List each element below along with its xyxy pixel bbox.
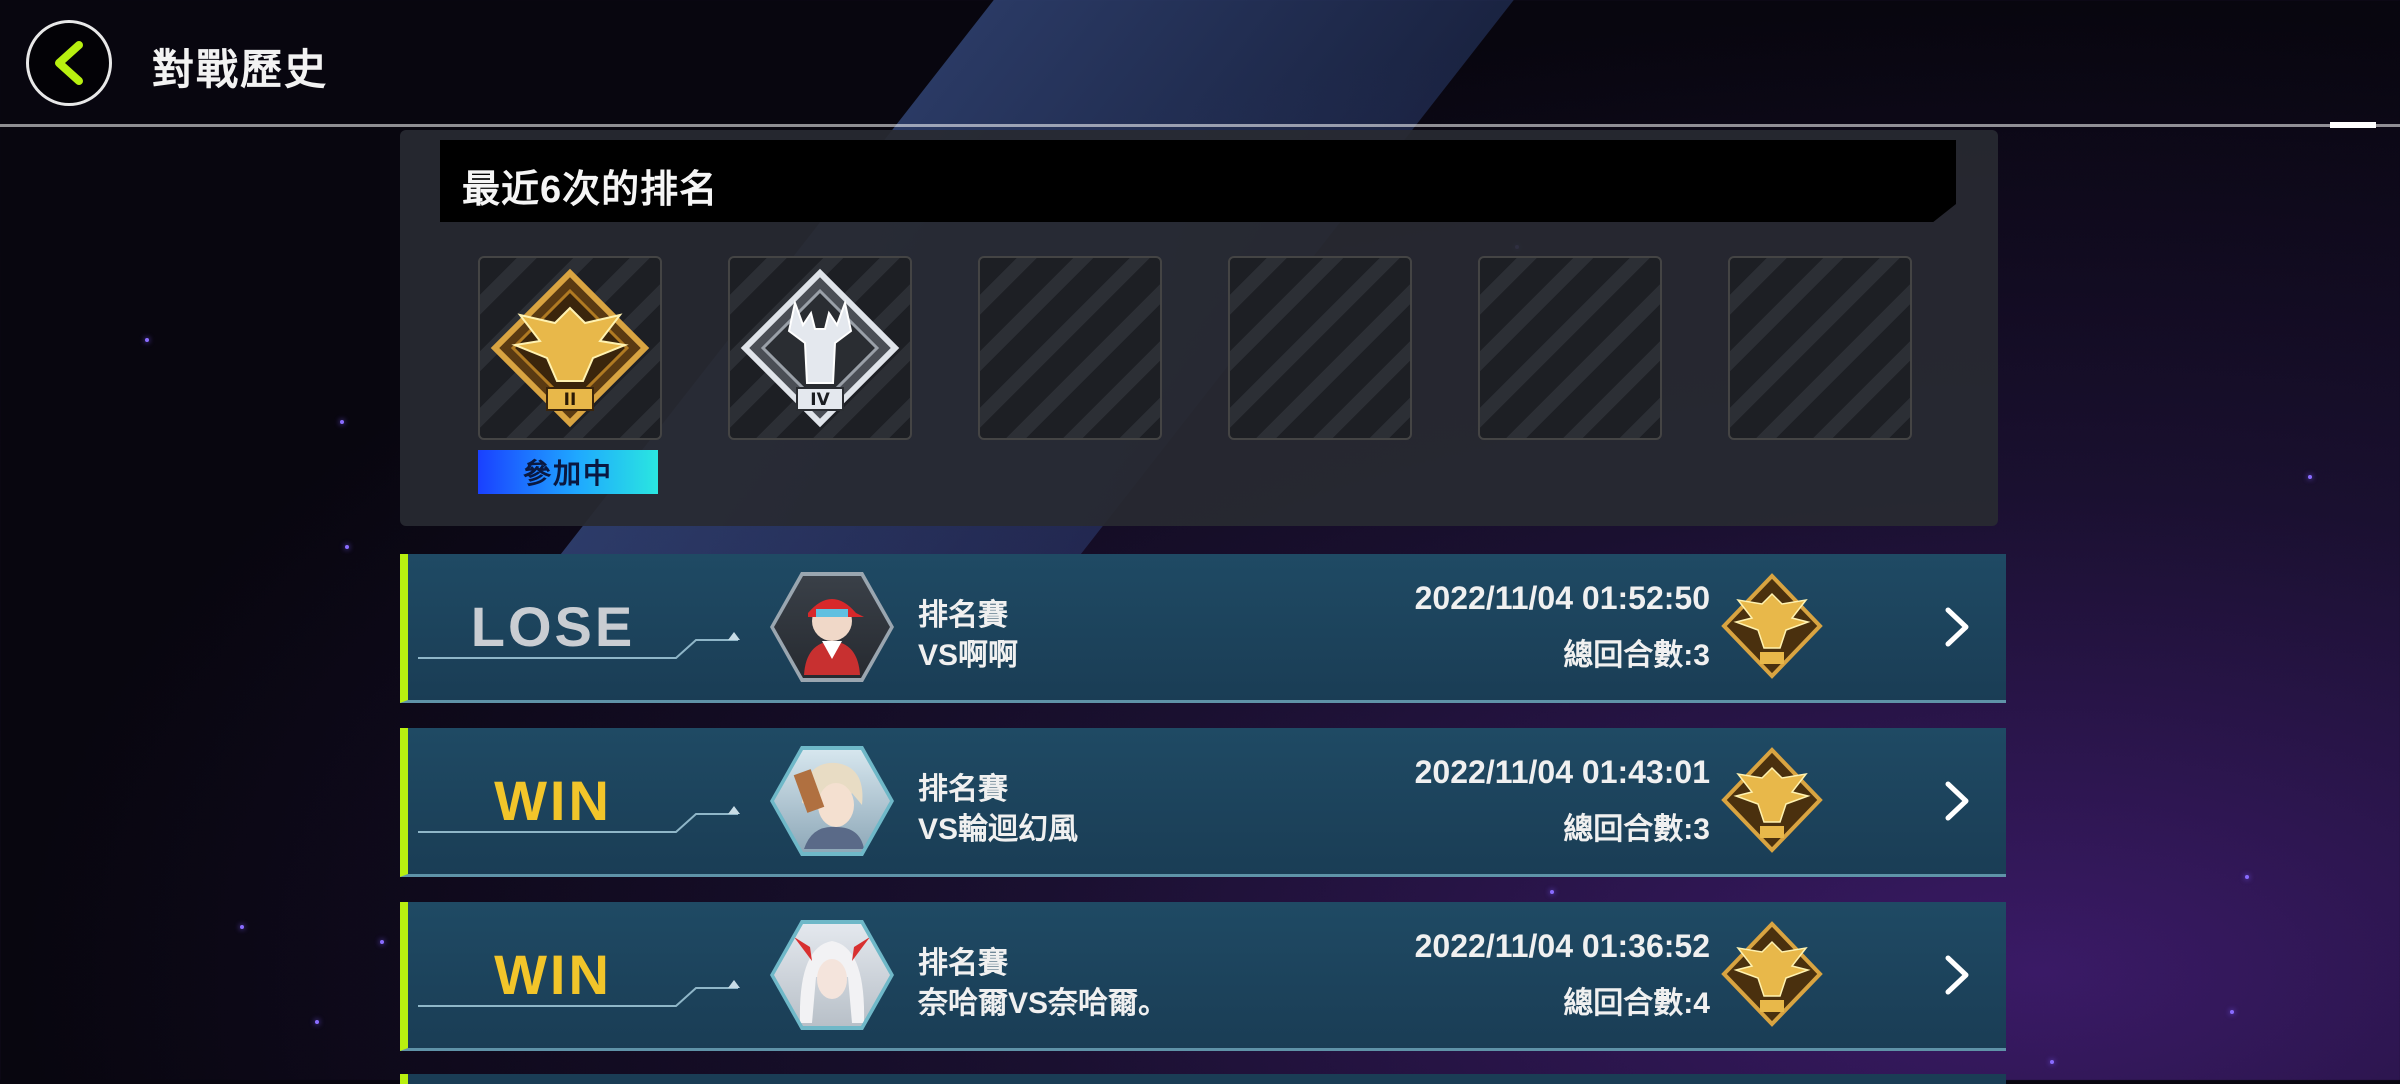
opponent-avatar (770, 572, 894, 682)
match-turns: 總回合數:3 (1563, 813, 1710, 846)
match-row[interactable]: WIN 排名賽 奈哈爾VS奈哈爾。 2022/11/04 01:36:52 總回… (400, 902, 2006, 1051)
match-type: 排名賽 (918, 947, 1008, 980)
gold-eagle-rank-icon (1721, 921, 1823, 1027)
white-hair-duelist-avatar (794, 937, 870, 1023)
rank-slot-5 (1478, 256, 1662, 440)
recent-rank-panel: 最近6次的排名 II IV 參加中 (400, 130, 1998, 526)
match-result: WIN (494, 943, 612, 1006)
rank-panel-header: 最近6次的排名 (440, 140, 1956, 222)
match-datetime: 2022/11/04 01:43:01 (1414, 754, 1710, 790)
gold-eagle-rank-icon (1721, 573, 1823, 679)
svg-text:II: II (564, 390, 577, 410)
blonde-duelist-avatar (793, 762, 864, 849)
match-type: 排名賽 (918, 599, 1008, 632)
match-row[interactable]: LOSE 排名賽 VS啊啊 2022/11/04 01:52:50 總回合數:3 (400, 554, 2006, 703)
gold-eagle-rank-icon: II (490, 268, 650, 428)
match-row-peek (400, 1074, 2006, 1084)
top-bar: 對戰歷史 (0, 0, 2400, 128)
match-turns: 總回合數:4 (1563, 987, 1710, 1020)
red-cap-duelist-avatar (804, 599, 864, 675)
opponent-avatar (770, 746, 894, 856)
rank-slot-4 (1228, 256, 1412, 440)
rank-slot-2[interactable]: IV (728, 256, 912, 440)
match-row[interactable]: WIN 排名賽 VS輪迴幻風 2022/11/04 01:43:01 總回合數:… (400, 728, 2006, 877)
rank-panel-title: 最近6次的排名 (462, 169, 719, 211)
match-result: LOSE (470, 595, 636, 658)
match-opponent: 奈哈爾VS奈哈爾。 (918, 987, 1169, 1020)
match-opponent: VS啊啊 (918, 639, 1019, 672)
page-title: 對戰歷史 (152, 46, 329, 93)
rank-slot-6 (1728, 256, 1912, 440)
match-type: 排名賽 (918, 773, 1008, 806)
match-turns: 總回合數:3 (1563, 639, 1710, 672)
match-datetime: 2022/11/04 01:36:52 (1414, 928, 1710, 964)
scroll-indicator (2330, 122, 2376, 128)
svg-text:IV: IV (810, 390, 830, 410)
chevron-right-icon (1945, 955, 1969, 995)
chevron-right-icon (1945, 781, 1969, 821)
match-result: WIN (494, 769, 612, 832)
chevron-right-icon (1945, 607, 1969, 647)
gold-eagle-rank-icon (1721, 747, 1823, 853)
rank-slot-1[interactable]: II (478, 256, 662, 440)
rank-slot-3 (978, 256, 1162, 440)
chevron-left-icon (55, 41, 83, 85)
opponent-avatar (770, 920, 894, 1030)
active-season-badge: 參加中 (478, 450, 658, 494)
match-opponent: VS輪迴幻風 (918, 813, 1079, 846)
match-datetime: 2022/11/04 01:52:50 (1414, 580, 1710, 616)
back-button[interactable] (26, 20, 112, 106)
silver-deer-rank-icon: IV (740, 268, 900, 428)
